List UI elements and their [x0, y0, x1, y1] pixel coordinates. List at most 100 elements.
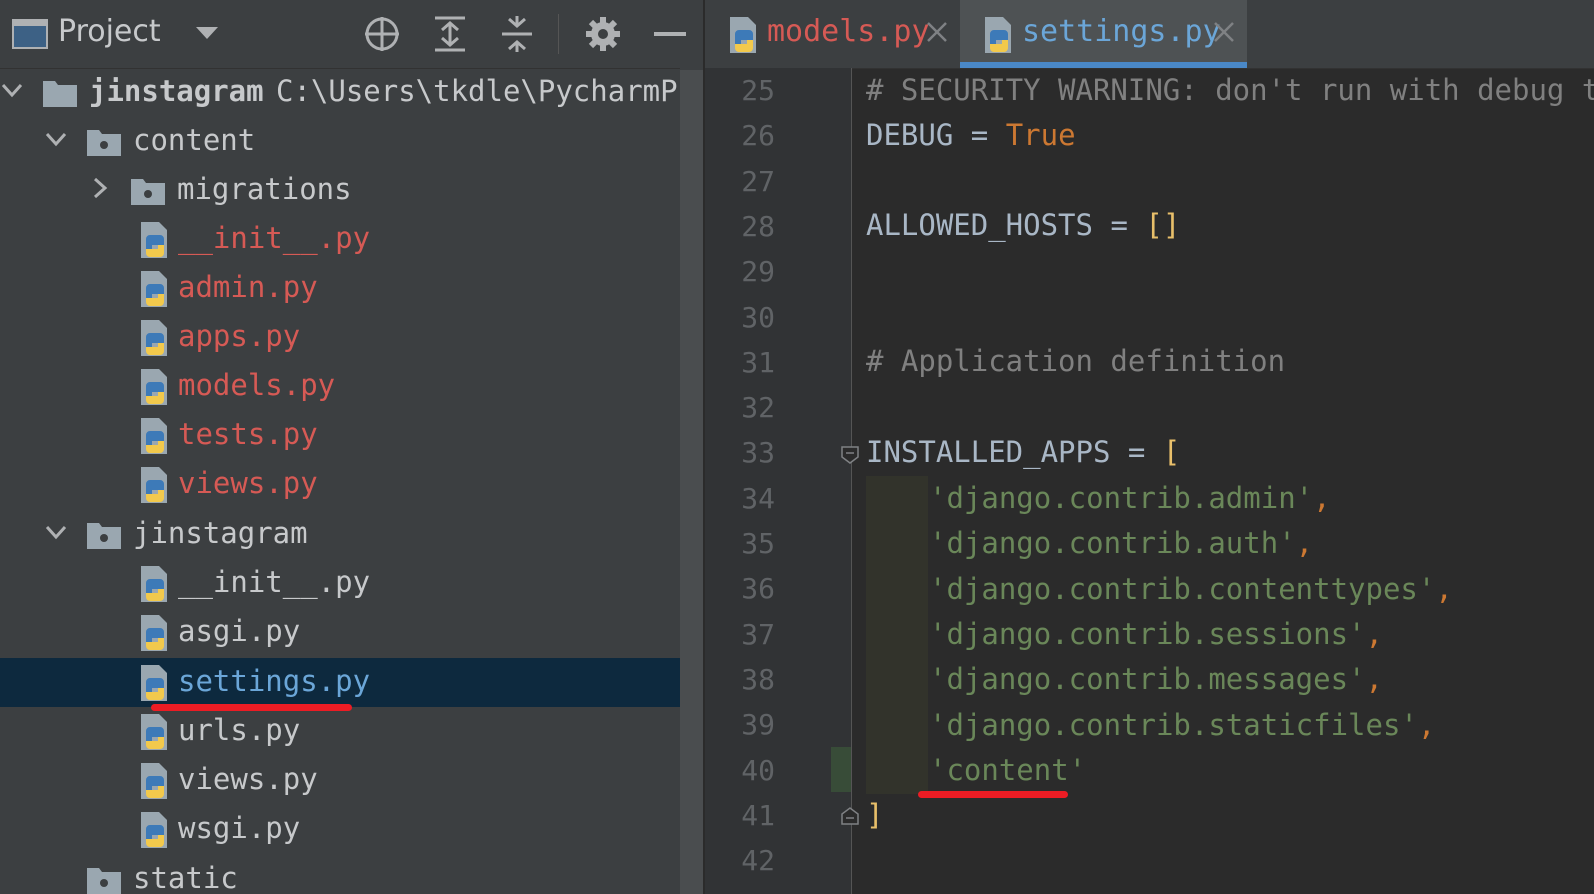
file-icon-wrap	[138, 221, 174, 263]
tree-item[interactable]: asgi.py	[0, 608, 680, 657]
tree-item[interactable]: __init__.py	[0, 559, 680, 608]
chevron-right-icon[interactable]	[88, 176, 112, 200]
line-number: 29	[741, 255, 775, 289]
python-file-icon	[141, 467, 167, 503]
identifier: DEBUG	[866, 118, 954, 152]
tree-item[interactable]: migrations	[0, 166, 680, 215]
project-panel-title[interactable]: Project	[58, 14, 161, 49]
code-line-28[interactable]: ALLOWED_HOSTS = []	[866, 208, 1180, 242]
line-number: 38	[741, 662, 775, 696]
tree-item-label: admin.py	[178, 270, 318, 304]
tree-item-label: tests.py	[178, 417, 318, 451]
minimize-icon[interactable]	[650, 14, 690, 54]
line-number: 32	[741, 391, 775, 425]
code-line-app-entry[interactable]: 'django.contrib.sessions',	[929, 617, 1383, 651]
python-file-icon	[141, 222, 167, 258]
line-number: 34	[741, 481, 775, 515]
tree-item[interactable]: models.py	[0, 362, 680, 411]
operator: =	[1110, 435, 1163, 469]
tree-item[interactable]: views.py	[0, 756, 680, 805]
tree-item[interactable]: jinstagram	[0, 510, 680, 559]
file-icon-wrap	[138, 614, 174, 656]
crosshair-icon[interactable]	[362, 14, 402, 54]
operator: =	[953, 118, 1006, 152]
file-icon-wrap	[138, 713, 174, 755]
line-number: 37	[741, 617, 775, 651]
tree-item-label: content	[133, 123, 256, 157]
tree-item-label: __init__.py	[178, 221, 371, 255]
folder-icon-wrap	[42, 78, 78, 112]
chevron-down-icon[interactable]	[44, 127, 68, 151]
tree-item[interactable]: tests.py	[0, 411, 680, 460]
tab-label: settings.py	[1022, 14, 1221, 49]
string-literal: 'django.contrib.sessions'	[929, 616, 1366, 651]
tree-item-label: views.py	[178, 762, 318, 796]
folder-icon	[131, 179, 165, 205]
code-line-33[interactable]: INSTALLED_APPS = [	[866, 435, 1180, 469]
fold-icon[interactable]	[841, 446, 859, 464]
string-literal: 'django.contrib.contenttypes'	[929, 571, 1436, 606]
python-file-icon	[141, 369, 167, 405]
tree-item[interactable]: static	[0, 855, 680, 894]
python-file-icon	[141, 665, 167, 701]
keyword: True	[1005, 118, 1076, 152]
code-line-app-entry[interactable]: 'django.contrib.auth',	[929, 526, 1313, 560]
current-line-highlight	[866, 838, 1594, 894]
chevron-down-icon[interactable]	[44, 520, 68, 544]
code-line-app-entry[interactable]: 'django.contrib.messages',	[929, 662, 1383, 696]
tree-item[interactable]: apps.py	[0, 313, 680, 362]
comma: ,	[1417, 707, 1436, 742]
expand-all-icon[interactable]	[430, 14, 470, 54]
code-line-app-entry[interactable]: 'django.contrib.contenttypes',	[929, 572, 1453, 606]
tree-item[interactable]: wsgi.py	[0, 805, 680, 854]
comment: # Application definition	[866, 344, 1286, 378]
line-number: 33	[741, 436, 775, 470]
code-line-26[interactable]: DEBUG = True	[866, 118, 1076, 152]
project-panel: Project jinstagram C:\Users\tkdle\Pychar…	[0, 0, 704, 894]
code-line-25[interactable]: # SECURITY WARNING: don't run with debug…	[866, 73, 1594, 107]
comma: ,	[1295, 526, 1314, 561]
close-icon[interactable]	[925, 20, 949, 44]
code-line-31[interactable]: # Application definition	[866, 344, 1285, 378]
tree-item[interactable]: views.py	[0, 460, 680, 509]
python-file-icon	[141, 812, 167, 848]
tree-item[interactable]: content	[0, 117, 680, 166]
tree-item[interactable]: settings.py	[0, 658, 680, 707]
file-icon-wrap	[138, 565, 174, 607]
tab-models-py[interactable]: models.py	[705, 0, 960, 68]
tab-settings-py[interactable]: settings.py	[960, 0, 1247, 68]
gear-icon[interactable]	[583, 14, 623, 54]
collapse-all-icon[interactable]	[497, 14, 537, 54]
chevron-down-icon[interactable]	[0, 78, 24, 102]
line-number: 39	[741, 708, 775, 742]
fold-end-icon[interactable]	[841, 807, 859, 825]
code-line-app-entry[interactable]: 'django.contrib.staticfiles',	[929, 708, 1435, 742]
folder-icon	[87, 523, 121, 549]
bracket: ]	[866, 798, 884, 832]
tree-item[interactable]: urls.py	[0, 707, 680, 756]
folder-icon-wrap	[86, 520, 122, 554]
line-number: 31	[741, 345, 775, 379]
tree-item-label: static	[133, 861, 238, 894]
tree-item[interactable]: admin.py	[0, 264, 680, 313]
string-literal: 'django.contrib.messages'	[929, 662, 1366, 697]
folder-icon	[87, 868, 121, 894]
folder-icon	[87, 130, 121, 156]
code-line-41[interactable]: ]	[866, 798, 883, 832]
file-icon-wrap	[138, 368, 174, 410]
folder-icon-wrap	[86, 865, 122, 894]
python-file-icon	[141, 271, 167, 307]
close-icon[interactable]	[1212, 20, 1236, 44]
tree-item[interactable]: __init__.py	[0, 215, 680, 264]
project-view-icon[interactable]	[12, 18, 48, 50]
code-line-app-entry[interactable]: 'django.contrib.admin',	[929, 481, 1331, 515]
code-line-app-entry[interactable]: 'content'	[929, 753, 1086, 787]
tree-item-label: asgi.py	[178, 614, 301, 648]
annotation-underline-settings	[151, 704, 352, 711]
tree-scrollbar-thumb[interactable]	[680, 70, 704, 894]
python-file-icon	[141, 418, 167, 454]
chevron-down-icon[interactable]	[196, 27, 218, 39]
string-literal: 'content'	[929, 752, 1087, 787]
tree-item[interactable]: jinstagram C:\Users\tkdle\PycharmProje	[0, 68, 680, 117]
change-marker[interactable]	[831, 747, 851, 792]
